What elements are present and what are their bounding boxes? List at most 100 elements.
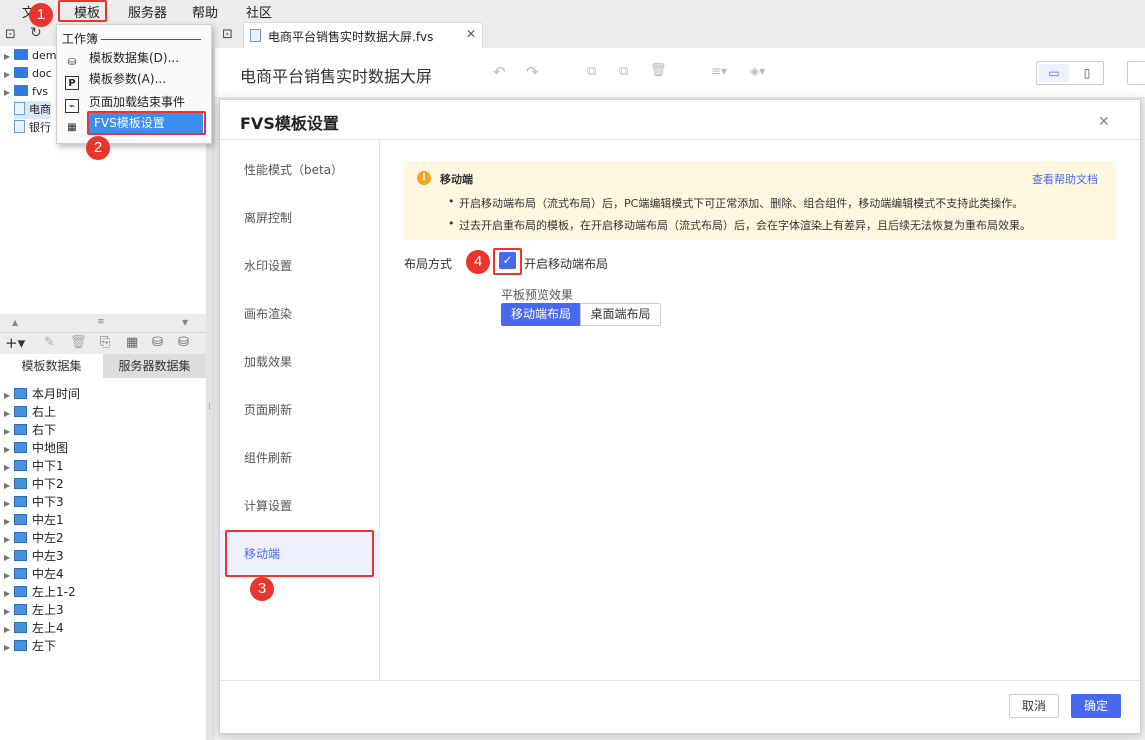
step-badge: 4 bbox=[466, 250, 490, 274]
event-icon: ⌁ bbox=[65, 99, 79, 113]
add-dataset-icon[interactable]: +▾ bbox=[5, 334, 25, 352]
mobile-icon[interactable]: ▯ bbox=[1073, 64, 1101, 82]
tree-item-selected[interactable]: 电商 bbox=[14, 101, 51, 119]
sidebar-item[interactable]: 画布渲染 bbox=[220, 290, 380, 338]
menu-item-label: 页面加载结束事件 bbox=[89, 95, 186, 109]
dataset-icon bbox=[14, 640, 27, 651]
menu-divider bbox=[101, 39, 201, 40]
dataset-label: 中地图 bbox=[32, 441, 69, 455]
dataset-item[interactable]: ▶ 中地图 bbox=[4, 439, 68, 457]
dataset-item[interactable]: ▶ 中左1 bbox=[4, 511, 64, 529]
tab-server-datasets[interactable]: 服务器数据集 bbox=[103, 354, 206, 378]
dataset-item[interactable]: ▶ 中下3 bbox=[4, 493, 64, 511]
sidebar-item[interactable]: 页面刷新 bbox=[220, 386, 380, 434]
dataset-item[interactable]: ▶ 右上 bbox=[4, 403, 56, 421]
dataset-label: 中左3 bbox=[32, 549, 64, 563]
highlight-checkbox bbox=[493, 248, 522, 275]
undo-icon[interactable]: ↶ bbox=[493, 63, 506, 81]
tree-item[interactable]: ▶ fvs bbox=[4, 83, 48, 101]
dataset-label: 本月时间 bbox=[32, 387, 81, 401]
dataset-item[interactable]: ▶ 中下2 bbox=[4, 475, 64, 493]
dataset-list: ▶ 本月时间 ▶ 右上 ▶ 右下 ▶ 中地图 ▶ 中下1 ▶ 中下2 ▶ 中下3 ▶ 中左1 ▶ 中左2 ▶ 中左3 ▶… bbox=[0, 378, 206, 740]
tree-label: doc bbox=[32, 67, 52, 80]
panel-splitter[interactable]: ▲ ≡ ▼ bbox=[0, 314, 206, 332]
dataset-item[interactable]: ▶ 本月时间 bbox=[4, 385, 80, 403]
align-icon[interactable]: ≡▾ bbox=[711, 64, 727, 78]
tree-item[interactable]: 银行 bbox=[14, 119, 51, 137]
dataset-icon bbox=[14, 568, 27, 579]
help-link[interactable]: 查看帮助文档 bbox=[1032, 171, 1098, 187]
refresh-icon[interactable]: ↻ bbox=[30, 25, 42, 41]
desktop-icon[interactable]: ▭ bbox=[1039, 64, 1069, 82]
dataset-icon bbox=[14, 622, 27, 633]
dataset-item[interactable]: ▶ 中左4 bbox=[4, 565, 64, 583]
database-icon: ⛁ bbox=[67, 57, 77, 68]
dataset-label: 中下3 bbox=[32, 495, 64, 509]
dataset-icon bbox=[14, 442, 27, 453]
dataset-icon bbox=[14, 478, 27, 489]
menu-server[interactable]: 服务器 bbox=[128, 2, 167, 21]
step-badge: 2 bbox=[86, 136, 110, 160]
edit-icon[interactable]: ✎ bbox=[44, 335, 55, 350]
sidebar-item[interactable]: 计算设置 bbox=[220, 482, 380, 530]
dataset-label: 左上3 bbox=[32, 603, 64, 617]
close-icon[interactable]: ✕ bbox=[1098, 114, 1110, 130]
menu-community[interactable]: 社区 bbox=[246, 2, 272, 21]
db-icon[interactable]: ⛁ bbox=[152, 335, 163, 350]
new-tab-icon[interactable]: ⊡ bbox=[222, 27, 233, 42]
dataset-label: 中左2 bbox=[32, 531, 64, 545]
close-tab-icon[interactable]: ✕ bbox=[466, 27, 476, 41]
menu-help[interactable]: 帮助 bbox=[192, 2, 218, 21]
more-button[interactable] bbox=[1127, 61, 1145, 85]
sidebar-item[interactable]: 水印设置 bbox=[220, 242, 380, 290]
settings-icon: ▦ bbox=[67, 122, 77, 133]
menu-item-load-event[interactable]: ⌁ 页面加载结束事件 bbox=[65, 92, 205, 113]
tree-item[interactable]: ▶ doc bbox=[4, 65, 52, 83]
dataset-label: 右上 bbox=[32, 405, 57, 419]
tree-item[interactable]: ▶ dem bbox=[4, 47, 56, 65]
dataset-item[interactable]: ▶ 左上1-2 bbox=[4, 583, 76, 601]
dataset-item[interactable]: ▶ 左上4 bbox=[4, 619, 64, 637]
dataset-label: 左上4 bbox=[32, 621, 64, 635]
db-settings-icon[interactable]: ⛁ bbox=[178, 335, 189, 350]
table-icon[interactable]: ▦ bbox=[126, 335, 138, 350]
sidebar-item[interactable]: 离屏控制 bbox=[220, 194, 380, 242]
dataset-item[interactable]: ▶ 左上3 bbox=[4, 601, 64, 619]
dataset-item[interactable]: ▶ 中下1 bbox=[4, 457, 64, 475]
redo-icon[interactable]: ↷ bbox=[526, 63, 539, 81]
doc-tab[interactable]: 电商平台销售实时数据大屏.fvs ✕ bbox=[243, 22, 483, 48]
folder-icon bbox=[14, 85, 28, 96]
step-badge: 3 bbox=[250, 577, 274, 601]
menu-item-label: 模板数据集(D)... bbox=[89, 51, 180, 65]
tablet-label: 平板预览效果 bbox=[501, 288, 574, 302]
dataset-icon bbox=[14, 388, 27, 399]
dataset-label: 左上1-2 bbox=[32, 585, 76, 599]
layer-icon[interactable]: ◈▾ bbox=[750, 64, 765, 78]
new-file-icon[interactable]: ⊡ bbox=[5, 27, 16, 42]
sidebar-item[interactable]: 加载效果 bbox=[220, 338, 380, 386]
seg-desktop-layout[interactable]: 桌面端布局 bbox=[580, 303, 661, 326]
group-icon[interactable]: ⧉ bbox=[587, 64, 596, 79]
dataset-label: 右下 bbox=[32, 423, 57, 437]
seg-mobile-layout[interactable]: 移动端布局 bbox=[501, 303, 581, 326]
dataset-item[interactable]: ▶ 中左3 bbox=[4, 547, 64, 565]
preview-icon[interactable]: ⎘ bbox=[100, 335, 110, 350]
dataset-item[interactable]: ▶ 中左2 bbox=[4, 529, 64, 547]
dataset-item[interactable]: ▶ 右下 bbox=[4, 421, 56, 439]
cancel-button[interactable]: 取消 bbox=[1009, 694, 1059, 718]
ungroup-icon[interactable]: ⧉ bbox=[619, 64, 628, 79]
trash-icon[interactable]: 🗑 bbox=[650, 63, 667, 78]
notice-box: ! 移动端 查看帮助文档 开启移动端布局（流式布局）后，PC端编辑模式下可正常添… bbox=[404, 161, 1116, 240]
menu-item-datasets[interactable]: ⛁ 模板数据集(D)... bbox=[65, 48, 205, 68]
tab-template-datasets[interactable]: 模板数据集 bbox=[0, 354, 103, 378]
sidebar-item[interactable]: 组件刷新 bbox=[220, 434, 380, 482]
dataset-icon bbox=[14, 550, 27, 561]
dataset-item[interactable]: ▶ 左下 bbox=[4, 637, 56, 655]
menu-item-params[interactable]: P 模板参数(A)... bbox=[65, 69, 205, 90]
ok-button[interactable]: 确定 bbox=[1071, 694, 1121, 718]
sidebar-item[interactable]: 性能模式（beta） bbox=[220, 146, 380, 194]
vertical-splitter[interactable]: ⁞ bbox=[206, 46, 215, 740]
notice-line: 开启移动端布局（流式布局）后，PC端编辑模式下可正常添加、删除、组合组件，移动端… bbox=[448, 195, 1023, 211]
dataset-label: 中左1 bbox=[32, 513, 64, 527]
delete-icon[interactable]: 🗑 bbox=[70, 335, 87, 350]
